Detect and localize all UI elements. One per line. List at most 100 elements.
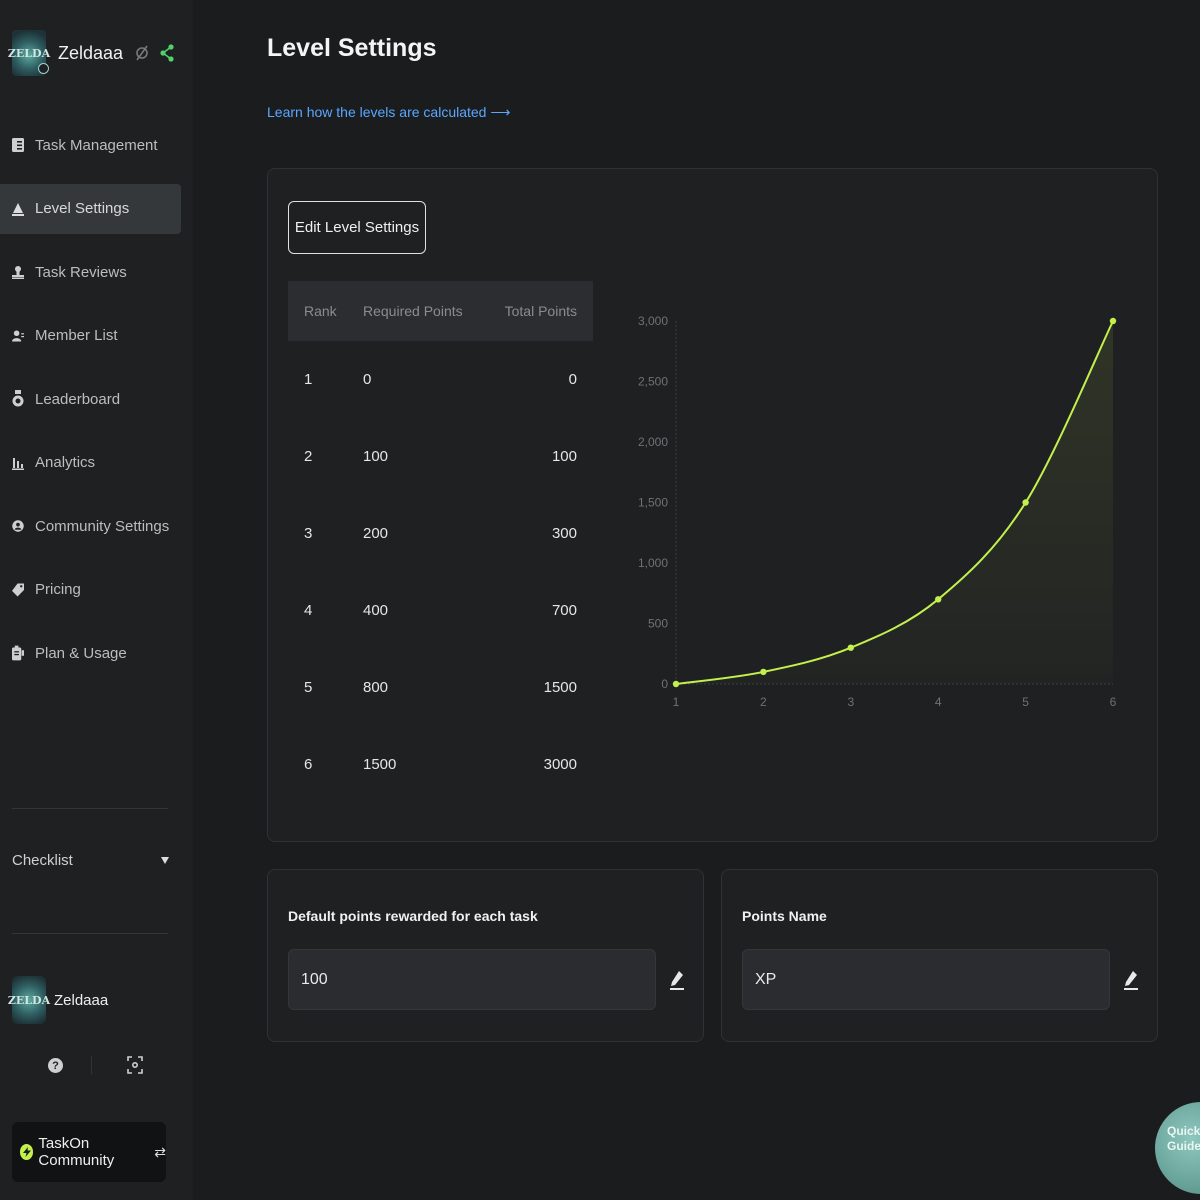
learn-levels-link[interactable]: Learn how the levels are calculated ⟶ (267, 104, 510, 121)
sidebar-item-pricing[interactable]: Pricing (0, 565, 181, 615)
points-name-label: Points Name (742, 908, 827, 924)
community-icon (12, 519, 24, 533)
quick-guide-button[interactable]: Quick Guide (1155, 1102, 1200, 1194)
sidebar: ZELDA Zeldaaa Task Management Level Sett… (0, 0, 193, 1200)
table-header: Rank Required Points Total Points (288, 281, 593, 341)
table-row: 6 1500 3000 (288, 726, 593, 803)
sidebar-item-label: Leaderboard (35, 390, 121, 408)
divider (91, 1056, 92, 1074)
help-icon[interactable]: ? (48, 1058, 63, 1073)
user-profile[interactable]: ZELDA Zeldaaa (8, 976, 109, 1024)
avatar: ZELDA (8, 976, 50, 1024)
table-row: 2 100 100 (288, 418, 593, 495)
brand-logo: ZELDA (8, 30, 50, 76)
sidebar-item-label: Plan & Usage (35, 644, 127, 662)
rank-cell: 5 (304, 679, 313, 696)
default-points-card: Default points rewarded for each task 10… (267, 869, 704, 1042)
total-points-cell: 1500 (543, 679, 577, 696)
sidebar-divider (12, 808, 168, 809)
required-points-cell: 0 (363, 371, 372, 388)
sidebar-divider (12, 933, 168, 934)
rank-cell: 4 (304, 602, 313, 619)
scan-icon[interactable] (127, 1056, 143, 1074)
tag-icon (12, 583, 24, 597)
data-point (760, 668, 767, 676)
y-tick-label: 1,500 (638, 496, 668, 510)
review-icon (12, 265, 24, 279)
brand-logo-text: ZELDA (7, 46, 51, 60)
medal-icon (12, 390, 24, 407)
sidebar-item-level-settings[interactable]: Level Settings (0, 183, 181, 234)
levels-curve-chart: 0 500 1,000 1,500 2,000 2,500 3,000 1 2 3 4 5 6 (638, 314, 1117, 709)
share-icon[interactable] (159, 44, 175, 67)
sidebar-item-label: Analytics (35, 454, 96, 471)
sidebar-item-member-list[interactable]: Member List (0, 311, 181, 361)
data-point (1109, 317, 1117, 325)
data-point (672, 680, 680, 688)
total-points-cell: 0 (568, 371, 577, 388)
sidebar-item-task-management[interactable]: Task Management (0, 120, 181, 170)
level-icon (12, 202, 24, 216)
x-tick-label: 6 (1110, 695, 1117, 709)
data-point (935, 596, 942, 603)
column-header-rank: Rank (304, 303, 337, 319)
table-row: 5 800 1500 (288, 649, 593, 726)
rank-cell: 1 (304, 371, 313, 388)
table-row: 4 400 700 (288, 572, 593, 649)
default-points-field[interactable]: 100 (288, 949, 656, 1010)
edit-pencil-icon[interactable] (670, 970, 684, 990)
levels-table: Rank Required Points Total Points 1 0 0 … (288, 281, 593, 803)
brand[interactable]: ZELDA Zeldaaa (8, 30, 124, 76)
levels-panel: Edit Level Settings Rank Required Points… (267, 168, 1158, 842)
checklist-toggle[interactable]: Checklist (12, 852, 169, 869)
sidebar-item-analytics[interactable]: Analytics (0, 438, 181, 488)
y-tick-label: 1,000 (638, 556, 668, 570)
data-point (847, 644, 854, 651)
sidebar-item-task-reviews[interactable]: Task Reviews (0, 247, 181, 297)
series-area (676, 321, 1113, 684)
edit-level-settings-button[interactable]: Edit Level Settings (288, 201, 426, 254)
avatar-text: ZELDA (7, 993, 51, 1007)
y-tick-label: 0 (661, 677, 668, 691)
table-row: 1 0 0 (288, 341, 593, 418)
column-header-total-points: Total Points (504, 303, 577, 319)
user-name: Zeldaaa (54, 991, 109, 1009)
y-tick-label: 500 (648, 617, 668, 631)
y-tick-label: 2,500 (638, 375, 668, 389)
quick-guide-line2: Guide (1167, 1139, 1200, 1153)
required-points-cell: 1500 (363, 756, 397, 773)
rank-cell: 3 (304, 525, 313, 542)
unlink-icon[interactable] (135, 45, 149, 66)
sidebar-item-community-settings[interactable]: Community Settings (0, 501, 181, 551)
page-title: Level Settings (267, 34, 437, 62)
table-row: 3 200 300 (288, 495, 593, 572)
caret-down-icon (161, 857, 169, 864)
x-tick-label: 3 (847, 695, 854, 709)
points-name-field[interactable]: XP (742, 949, 1110, 1010)
community-label: TaskOn Community (38, 1135, 115, 1169)
y-tick-label: 2,000 (638, 435, 668, 449)
edit-pencil-icon[interactable] (1124, 970, 1138, 990)
data-point (1022, 499, 1029, 506)
required-points-cell: 200 (363, 525, 389, 542)
x-tick-label: 2 (760, 695, 767, 709)
sidebar-item-leaderboard[interactable]: Leaderboard (0, 374, 181, 424)
x-tick-label: 5 (1022, 695, 1029, 709)
sidebar-item-plan-usage[interactable]: Plan & Usage (0, 628, 181, 678)
analytics-icon (12, 456, 24, 470)
community-switcher[interactable]: TaskOn Community ⇄ (12, 1122, 166, 1182)
default-points-value: 100 (301, 970, 328, 988)
verified-icon (38, 63, 49, 74)
total-points-cell: 100 (551, 448, 577, 465)
sidebar-item-label: Task Management (35, 136, 158, 154)
x-tick-label: 1 (673, 695, 680, 709)
plan-icon (12, 645, 24, 661)
taskon-logo-icon (20, 1144, 34, 1160)
points-name-card: Points Name XP (721, 869, 1158, 1042)
brand-name: Zeldaaa (58, 42, 124, 63)
quick-guide-line1: Quick (1167, 1124, 1200, 1138)
sidebar-item-label: Pricing (35, 581, 81, 598)
required-points-cell: 100 (363, 448, 389, 465)
required-points-cell: 800 (363, 679, 389, 696)
x-tick-label: 4 (935, 695, 942, 709)
